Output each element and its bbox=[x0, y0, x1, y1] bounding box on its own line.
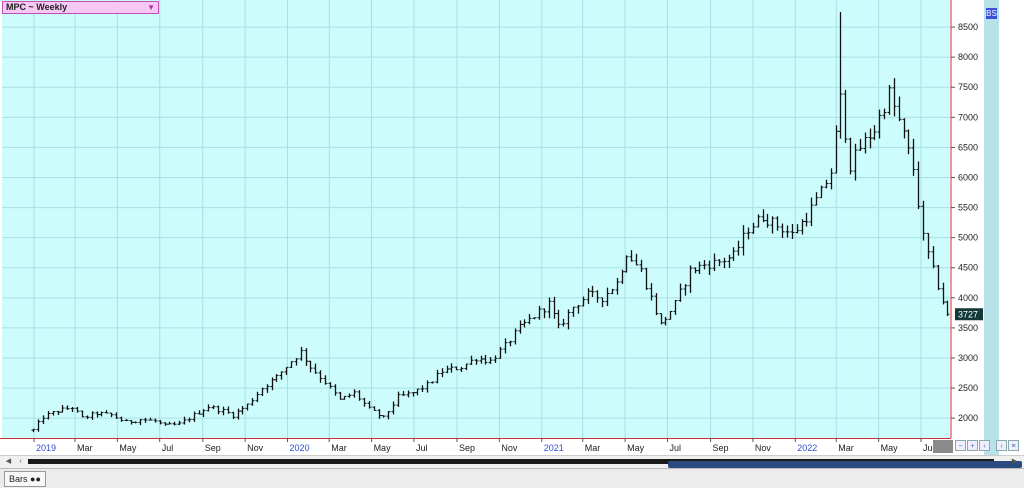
scroll-start-icon[interactable]: ‹ bbox=[979, 440, 990, 451]
x-tick-label: Sep bbox=[713, 443, 729, 453]
status-bar: Bars ●● bbox=[0, 468, 1024, 488]
x-tick-label: Jul bbox=[416, 443, 428, 453]
zoom-in-icon[interactable]: + bbox=[967, 440, 978, 451]
x-tick-label: Nov bbox=[247, 443, 264, 453]
x-tick-label: May bbox=[627, 443, 645, 453]
right-gutter bbox=[984, 0, 999, 455]
x-tick-label: 2021 bbox=[544, 443, 564, 453]
x-tick-label: May bbox=[119, 443, 137, 453]
zoom-out-icon[interactable]: − bbox=[955, 440, 966, 451]
x-tick-label: Mar bbox=[838, 443, 854, 453]
y-tick-label: 2000 bbox=[958, 413, 978, 423]
price-chart[interactable]: 2000 2500 3000 3500 4000 4500 5000 5500 6000 6500… bbox=[0, 0, 1024, 488]
y-axis-panel bbox=[951, 0, 983, 438]
time-scrollbar[interactable]: ◀ ‹ ▶ bbox=[0, 455, 1024, 468]
y-tick-label: 7500 bbox=[958, 82, 978, 92]
chart-corner-box bbox=[933, 440, 953, 453]
chart-settings-icon[interactable]: ≡ bbox=[1008, 440, 1019, 451]
scroll-track[interactable] bbox=[28, 459, 1022, 468]
x-tick-label: Nov bbox=[755, 443, 772, 453]
y-tick-label: 8500 bbox=[958, 22, 978, 32]
scroll-thumb[interactable] bbox=[668, 461, 1022, 468]
binoculars-icon[interactable]: ●● bbox=[30, 474, 41, 484]
x-tick-label: May bbox=[881, 443, 899, 453]
y-tick-label: 6000 bbox=[958, 172, 978, 182]
bars-tab[interactable]: Bars ●● bbox=[4, 471, 46, 487]
symbol-label: MPC ~ Weekly bbox=[6, 2, 68, 12]
x-tick-label: 2022 bbox=[797, 443, 817, 453]
x-tick-label: Sep bbox=[205, 443, 221, 453]
x-axis-panel bbox=[0, 438, 983, 455]
y-tick-label: 3500 bbox=[958, 323, 978, 333]
x-tick-label: Jul bbox=[923, 443, 935, 453]
scroll-left-icon[interactable]: ◀ bbox=[4, 458, 13, 466]
bs-badge[interactable]: BS bbox=[986, 8, 997, 19]
plot-background bbox=[2, 0, 950, 438]
chevron-down-icon[interactable]: ▼ bbox=[147, 2, 155, 13]
scroll-left-step-icon[interactable]: ‹ bbox=[16, 458, 25, 466]
y-tick-label: 6500 bbox=[958, 142, 978, 152]
x-tick-label: May bbox=[374, 443, 392, 453]
x-tick-label: 2019 bbox=[36, 443, 56, 453]
last-price-label: 3727 bbox=[958, 310, 978, 320]
x-tick-label: Mar bbox=[77, 443, 93, 453]
x-tick-label: Nov bbox=[501, 443, 518, 453]
x-tick-label: 2020 bbox=[290, 443, 310, 453]
scroll-right-icon[interactable]: ▶ bbox=[1010, 458, 1019, 466]
x-tick-label: Mar bbox=[585, 443, 601, 453]
x-tick-label: Jul bbox=[669, 443, 681, 453]
y-tick-label: 5500 bbox=[958, 203, 978, 213]
last-price-marker: 3727 bbox=[955, 308, 983, 321]
x-tick-label: Mar bbox=[331, 443, 347, 453]
chart-svg: 2000 2500 3000 3500 4000 4500 5000 5500 6000 6500… bbox=[0, 0, 999, 455]
x-tick-label: Sep bbox=[459, 443, 475, 453]
y-tick-label: 5000 bbox=[958, 233, 978, 243]
y-tick-label: 3000 bbox=[958, 353, 978, 363]
symbol-selector[interactable]: MPC ~ Weekly ▼ bbox=[2, 1, 159, 14]
y-tick-label: 4000 bbox=[958, 293, 978, 303]
y-tick-label: 7000 bbox=[958, 112, 978, 122]
y-tick-label: 4500 bbox=[958, 263, 978, 273]
scroll-end-icon[interactable]: › bbox=[996, 440, 1007, 451]
y-tick-label: 2500 bbox=[958, 383, 978, 393]
x-tick-label: Jul bbox=[162, 443, 174, 453]
bars-tab-label: Bars bbox=[9, 474, 28, 484]
y-tick-label: 8000 bbox=[958, 52, 978, 62]
